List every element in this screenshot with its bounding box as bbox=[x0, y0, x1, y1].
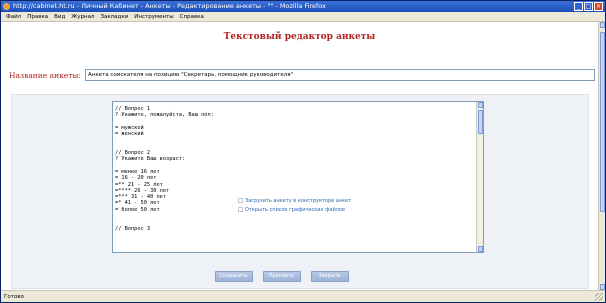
statusbar: Готово bbox=[1, 290, 605, 302]
maximize-button[interactable]: □ bbox=[584, 2, 593, 11]
preview-button[interactable]: Просмотр bbox=[262, 271, 301, 282]
scroll-up-arrow-icon[interactable] bbox=[478, 102, 483, 108]
editor-panel: // Вопрос 1 ? Укажите, пожалуйста, Ваш п… bbox=[11, 94, 589, 289]
status-text: Готово bbox=[4, 294, 24, 300]
survey-name-row: Название анкеты: Анкета соискателя на по… bbox=[9, 69, 595, 83]
window-title: http://cabinet.ht.ru - Личный Кабинет - … bbox=[13, 2, 326, 10]
firefox-icon bbox=[3, 3, 10, 10]
page-scroll-thumb[interactable] bbox=[600, 32, 605, 212]
menu-help[interactable]: Справка bbox=[180, 12, 204, 21]
editor-scroll-thumb[interactable] bbox=[478, 110, 483, 134]
survey-name-input[interactable]: Анкета соискателя на позицию "Секретарь,… bbox=[85, 69, 595, 81]
checkbox-icon[interactable] bbox=[238, 207, 243, 212]
close-window-button[interactable]: × bbox=[594, 2, 603, 11]
action-buttons: Сохранить Просмотр Закрыть bbox=[1, 271, 598, 282]
option-open-graphics[interactable]: Открыть список графических файлов bbox=[238, 205, 351, 214]
save-button[interactable]: Сохранить bbox=[214, 271, 253, 282]
resize-grip-icon[interactable] bbox=[595, 293, 603, 301]
survey-text-editor[interactable]: // Вопрос 1 ? Укажите, пожалуйста, Ваш п… bbox=[112, 101, 484, 253]
option-open-graphics-label[interactable]: Открыть список графических файлов bbox=[245, 207, 345, 213]
menu-tools[interactable]: Инструменты bbox=[134, 12, 173, 21]
minimize-button[interactable]: _ bbox=[574, 2, 583, 11]
window-controls: _ □ × bbox=[574, 2, 603, 11]
close-button[interactable]: Закрыть bbox=[310, 271, 349, 282]
checkbox-icon[interactable] bbox=[238, 198, 243, 203]
page-scrollbar[interactable] bbox=[598, 22, 605, 290]
menu-history[interactable]: Журнал bbox=[71, 12, 94, 21]
option-load-constructor-label[interactable]: Загрузить анкету в конструкторе анкет bbox=[245, 198, 351, 204]
page-title: Текстовый редактор анкеты bbox=[223, 32, 376, 42]
menu-edit[interactable]: Правка bbox=[27, 12, 48, 21]
editor-options: Загрузить анкету в конструкторе анкет От… bbox=[238, 196, 351, 214]
editor-scrollbar[interactable] bbox=[476, 102, 483, 252]
option-load-constructor[interactable]: Загрузить анкету в конструкторе анкет bbox=[238, 196, 351, 205]
scroll-down-arrow-icon[interactable] bbox=[478, 246, 483, 252]
menu-bookmarks[interactable]: Закладки bbox=[100, 12, 128, 21]
menu-file[interactable]: Файл bbox=[6, 12, 21, 21]
menu-view[interactable]: Вид bbox=[54, 12, 65, 21]
page-content: Текстовый редактор анкеты Название анкет… bbox=[1, 22, 598, 290]
scroll-up-arrow-icon[interactable] bbox=[600, 22, 605, 28]
survey-name-label: Название анкеты: bbox=[9, 71, 81, 80]
window-titlebar[interactable]: http://cabinet.ht.ru - Личный Кабинет - … bbox=[1, 1, 605, 12]
menubar: Файл Правка Вид Журнал Закладки Инструме… bbox=[1, 12, 605, 22]
browser-window: http://cabinet.ht.ru - Личный Кабинет - … bbox=[0, 0, 606, 303]
